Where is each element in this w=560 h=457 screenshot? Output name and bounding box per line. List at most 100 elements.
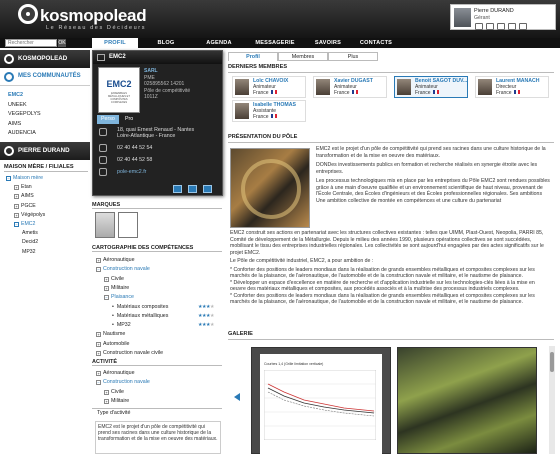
avatar[interactable] [478, 79, 492, 95]
competence-label: MP32 [116, 322, 131, 329]
tab-membres[interactable]: Membres [278, 52, 328, 61]
expand-icon[interactable]: + [104, 285, 109, 291]
sidebar-item-community[interactable]: UNEEK [8, 102, 27, 109]
expand-icon[interactable]: + [14, 194, 19, 200]
expand-icon[interactable]: + [104, 276, 109, 282]
tab-profil-sub[interactable]: Profil [228, 52, 278, 61]
paragraph: * Conforter des positions de leaders mon… [230, 266, 535, 280]
avatar[interactable] [316, 79, 330, 95]
brand-name[interactable]: kosmopolead [40, 5, 147, 26]
help-icon[interactable] [508, 23, 516, 30]
competence-item[interactable]: + Aéronautique [96, 257, 135, 264]
gallery-image[interactable] [397, 347, 537, 454]
tree-item[interactable]: + AIMS [14, 193, 34, 200]
collapse-icon[interactable]: − [104, 295, 109, 301]
tab-savoirs[interactable]: SAVOIRS [306, 38, 350, 48]
tab-agenda[interactable]: AGENDA [194, 38, 244, 48]
competence-item[interactable]: + Civile [104, 276, 124, 283]
add-contact-icon[interactable] [173, 185, 182, 193]
presentation-text-right: EMC2 est le projet d'un pôle de compétit… [316, 146, 552, 204]
tab-blog[interactable]: BLOG [140, 38, 192, 48]
arrow-left-icon[interactable] [234, 393, 240, 401]
settings-icon[interactable] [497, 23, 505, 30]
logo-icon[interactable] [18, 4, 38, 24]
competence-item[interactable]: • Matériaux métalliques [112, 313, 168, 320]
company-icon [97, 54, 105, 61]
company-web[interactable]: pole-emc2.fr [117, 169, 146, 176]
member-card[interactable]: Benoit SAGOT DUV... Animateur France [394, 76, 468, 98]
activity-item[interactable]: + Civile [104, 389, 124, 396]
tab-contacts[interactable]: CONTACTS [352, 38, 400, 48]
logout-icon[interactable] [519, 23, 527, 30]
presentation-image[interactable] [230, 148, 310, 228]
member-card[interactable]: Laurent MANACH Directeur France [475, 76, 549, 98]
expand-icon[interactable]: + [96, 258, 101, 263]
tree-item[interactable]: + Etan [14, 184, 32, 191]
tab-messagerie[interactable]: MESSAGERIE [246, 38, 304, 48]
tree-item[interactable]: MP32 [22, 249, 36, 256]
share-icon[interactable] [203, 185, 212, 193]
collapse-icon[interactable]: − [14, 222, 19, 227]
member-card[interactable]: Isabelle THOMAS Assistante France [232, 100, 306, 122]
sidebar-item-community[interactable]: AUDENCIA [8, 130, 36, 137]
activity-item[interactable]: + Aéronautique [96, 370, 135, 377]
expand-icon[interactable]: + [104, 389, 109, 395]
tree-item[interactable]: Decid2 [22, 239, 38, 246]
avatar[interactable] [235, 79, 249, 95]
competence-item[interactable]: + Militaire [104, 285, 129, 292]
expand-icon[interactable]: + [96, 371, 101, 376]
expand-icon[interactable]: + [104, 398, 109, 404]
tree-item[interactable]: − Maison mère [6, 175, 43, 182]
user-box[interactable]: Pierre DURAND Gérant [450, 4, 556, 30]
tab-pro[interactable]: Pro [121, 115, 137, 124]
competence-item[interactable]: + Nautisme [96, 331, 125, 338]
collapse-icon[interactable]: − [96, 380, 101, 386]
search-button[interactable]: OK [58, 39, 66, 47]
competence-item[interactable]: • Matériaux composites [112, 304, 168, 311]
competence-item[interactable]: + Automobile [96, 341, 130, 348]
competence-item[interactable]: • MP32 [112, 322, 131, 329]
member-card[interactable]: Loïc CHAVOIX Animateur France [232, 76, 306, 98]
expand-icon[interactable]: + [96, 332, 101, 338]
company-logo[interactable]: EMC2 ENSEMBLES MÉTALLIQUES ET COMPOSITES… [98, 67, 140, 113]
brand-thumb[interactable] [95, 212, 115, 238]
home-icon[interactable] [475, 23, 483, 30]
activity-item[interactable]: + Militaire [104, 398, 129, 405]
expand-icon[interactable]: + [14, 203, 19, 209]
tab-plus[interactable]: Plus [328, 52, 378, 61]
scrollbar-thumb[interactable] [550, 352, 554, 372]
brand-thumb[interactable] [118, 212, 138, 238]
avatar[interactable] [235, 103, 249, 119]
sidebar-item-community[interactable]: EMC2 [8, 92, 23, 99]
activity-label: Aéronautique [103, 370, 135, 376]
sidebar-item-user[interactable]: PIERRE DURAND [0, 142, 90, 160]
competence-item[interactable]: − Plaisance [104, 294, 134, 301]
member-card[interactable]: Xavier DUGAST Animateur France [313, 76, 387, 98]
mail-icon[interactable] [486, 23, 494, 30]
avatar[interactable] [397, 79, 411, 95]
tab-perso[interactable]: Perso [97, 115, 119, 124]
collapse-icon[interactable]: − [96, 267, 101, 273]
sidebar-item-community[interactable]: AIMS [8, 121, 21, 128]
expand-icon[interactable]: + [14, 185, 19, 191]
competence-item[interactable]: − Construction navale [96, 266, 150, 273]
sidebar-item-communautes[interactable]: MES COMMUNAUTÉS [0, 70, 90, 86]
mail-icon[interactable] [188, 185, 197, 193]
expand-icon[interactable]: + [14, 212, 19, 218]
gallery-image[interactable]: Courbes 1,4 (Grille limitation verticale… [251, 347, 391, 454]
avatar[interactable] [454, 8, 471, 27]
sidebar-item-kosmopolead[interactable]: KOSMOPOLEAD [0, 50, 90, 68]
competence-item[interactable]: + Construction navale civile [96, 350, 163, 357]
sidebar-item-community[interactable]: VEGEPOLYS [8, 111, 41, 118]
tab-profil[interactable]: PROFIL [92, 38, 138, 48]
expand-icon[interactable]: + [96, 351, 101, 356]
tree-item[interactable]: + PGCE [14, 203, 36, 210]
expand-icon[interactable]: + [96, 341, 101, 347]
tree-item[interactable]: − EMC2 [14, 221, 35, 228]
tree-item[interactable]: + Végépolys [14, 212, 45, 219]
search-input[interactable]: Rechercher [5, 39, 57, 47]
tree-item[interactable]: Ametis [22, 230, 38, 237]
company-phone: 02 40 44 52 54 [117, 145, 153, 151]
collapse-icon[interactable]: − [6, 176, 11, 181]
activity-item[interactable]: − Construction navale [96, 379, 150, 386]
